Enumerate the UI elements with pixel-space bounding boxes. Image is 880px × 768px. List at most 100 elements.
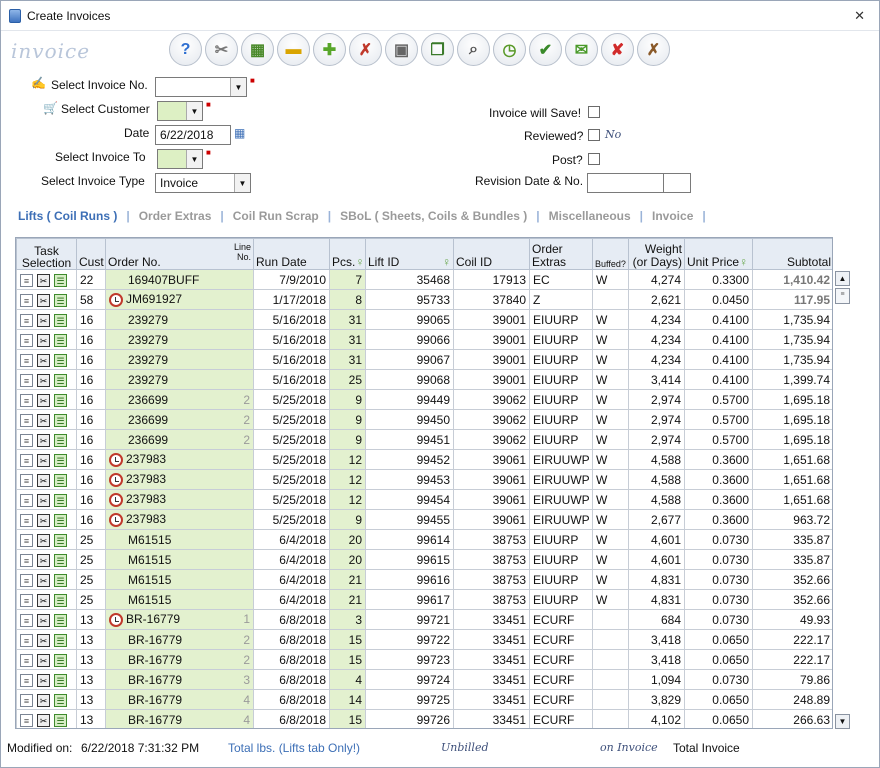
clock-button[interactable]: ◷	[493, 33, 526, 66]
cut-icon[interactable]: ✂	[37, 273, 50, 287]
document-icon[interactable]: ≡	[20, 513, 33, 527]
document-icon[interactable]: ≡	[20, 313, 33, 327]
document-icon[interactable]: ≡	[20, 693, 33, 707]
preview-button[interactable]: ⌕	[457, 33, 490, 66]
invoice-type-combo[interactable]: Invoice ▼	[155, 173, 251, 193]
cancel-button[interactable]: ✗	[637, 33, 670, 66]
select-invoice-combo[interactable]: ▼	[155, 77, 247, 97]
document-icon[interactable]: ≡	[20, 273, 33, 287]
col-price-header[interactable]: Unit Price♀	[684, 238, 753, 270]
cut-icon[interactable]: ✂	[37, 393, 50, 407]
table-row[interactable]: ≡ ✂ ☰ 25 M61515 6/4/2018 20 99615 38753 EIUURP W 4,…	[16, 549, 832, 570]
add-button[interactable]: ✚	[313, 33, 346, 66]
tab-5[interactable]: Invoice	[647, 209, 698, 223]
table-row[interactable]: ≡ ✂ ☰ 16 237983 5/25/2018 9 99455 39061 EIRUUWP W 2…	[16, 509, 832, 530]
delete-button[interactable]: ✘	[601, 33, 634, 66]
save-button[interactable]: ▣	[385, 33, 418, 66]
table-row[interactable]: ≡ ✂ ☰ 16 236699 2 5/25/2018 9 99449 39062 EIUURP W 2…	[16, 389, 832, 410]
remove-filter-button[interactable]: ✗	[349, 33, 382, 66]
table-row[interactable]: ≡ ✂ ☰ 22 169407BUFF 7/9/2010 7 35468 17913 EC W 4,2…	[16, 269, 832, 290]
task-list-icon[interactable]: ☰	[54, 553, 67, 567]
table-row[interactable]: ≡ ✂ ☰ 16 239279 5/16/2018 25 99068 39001 EIUURP W 3…	[16, 369, 832, 390]
cut-icon[interactable]: ✂	[37, 613, 50, 627]
cut-icon[interactable]: ✂	[37, 453, 50, 467]
table-row[interactable]: ≡ ✂ ☰ 16 237983 5/25/2018 12 99454 39061 EIRUUWP W…	[16, 489, 832, 510]
document-icon[interactable]: ≡	[20, 493, 33, 507]
chevron-down-icon[interactable]: ▼	[186, 102, 202, 120]
table-row[interactable]: ≡ ✂ ☰ 25 M61515 6/4/2018 20 99614 38753 EIUURP W 4,…	[16, 529, 832, 550]
task-list-icon[interactable]: ☰	[54, 593, 67, 607]
task-list-icon[interactable]: ☰	[54, 673, 67, 687]
task-list-icon[interactable]: ☰	[54, 453, 67, 467]
col-weight-header[interactable]: Weight (or Days)	[628, 238, 685, 270]
col-buffed-header[interactable]: Buffed?	[592, 238, 629, 270]
document-icon[interactable]: ≡	[20, 613, 33, 627]
revision-number-field[interactable]	[663, 173, 691, 193]
revision-date-field[interactable]	[587, 173, 665, 193]
table-row[interactable]: ≡ ✂ ☰ 58 JM691927 1/17/2018 8 95733 37840 Z 2,621 0…	[16, 289, 832, 310]
document-icon[interactable]: ≡	[20, 353, 33, 367]
document-icon[interactable]: ≡	[20, 573, 33, 587]
cut-icon[interactable]: ✂	[37, 353, 50, 367]
task-list-icon[interactable]: ☰	[54, 493, 67, 507]
document-icon[interactable]: ≡	[20, 473, 33, 487]
chevron-down-icon[interactable]: ▼	[186, 150, 202, 168]
approve-button[interactable]: ✔	[529, 33, 562, 66]
task-list-icon[interactable]: ☰	[54, 613, 67, 627]
table-row[interactable]: ≡ ✂ ☰ 16 239279 5/16/2018 31 99065 39001 EIUURP W 4…	[16, 309, 832, 330]
table-row[interactable]: ≡ ✂ ☰ 16 237983 5/25/2018 12 99453 39061 EIRUUWP W…	[16, 469, 832, 490]
email-button[interactable]: ✉	[565, 33, 598, 66]
task-list-icon[interactable]: ☰	[54, 513, 67, 527]
col-subtotal-header[interactable]: Subtotal	[752, 238, 832, 270]
document-icon[interactable]: ≡	[20, 653, 33, 667]
scroll-thumb[interactable]: ≡	[835, 288, 850, 304]
tab-3[interactable]: SBoL ( Sheets, Coils & Bundles )	[335, 209, 532, 223]
task-list-icon[interactable]: ☰	[54, 533, 67, 547]
table-row[interactable]: ≡ ✂ ☰ 16 236699 2 5/25/2018 9 99451 39062 EIUURP W 2…	[16, 429, 832, 450]
task-list-icon[interactable]: ☰	[54, 653, 67, 667]
document-icon[interactable]: ≡	[20, 453, 33, 467]
document-icon[interactable]: ≡	[20, 333, 33, 347]
calendar-icon[interactable]: ▦	[234, 126, 245, 140]
document-icon[interactable]: ≡	[20, 373, 33, 387]
tab-4[interactable]: Miscellaneous	[544, 209, 636, 223]
copy-button[interactable]: ❐	[421, 33, 454, 66]
cut-icon[interactable]: ✂	[37, 373, 50, 387]
cut-icon[interactable]: ✂	[37, 673, 50, 687]
task-list-icon[interactable]: ☰	[54, 353, 67, 367]
col-extras-header[interactable]: Order Extras	[529, 238, 593, 270]
col-pcs-header[interactable]: Pcs.♀	[329, 238, 366, 270]
grid-button[interactable]: ▦	[241, 33, 274, 66]
task-list-icon[interactable]: ☰	[54, 333, 67, 347]
col-lift-header[interactable]: Lift ID ♀	[365, 238, 454, 270]
task-list-icon[interactable]: ☰	[54, 433, 67, 447]
post-checkbox[interactable]	[588, 153, 600, 165]
document-icon[interactable]: ≡	[20, 553, 33, 567]
task-list-icon[interactable]: ☰	[54, 293, 67, 307]
tab-1[interactable]: Order Extras	[134, 209, 217, 223]
table-row[interactable]: ≡ ✂ ☰ 16 237983 5/25/2018 12 99452 39061 EIRUUWP W…	[16, 449, 832, 470]
cut-icon[interactable]: ✂	[37, 633, 50, 647]
col-cust-header[interactable]: Cust	[76, 238, 106, 270]
table-row[interactable]: ≡ ✂ ☰ 13 BR-16779 3 6/8/2018 4 99724 33451 ECURF 1,…	[16, 669, 832, 690]
cut-icon[interactable]: ✂	[37, 433, 50, 447]
cut-icon[interactable]: ✂	[37, 513, 50, 527]
col-coil-header[interactable]: Coil ID	[453, 238, 530, 270]
document-icon[interactable]: ≡	[20, 713, 33, 727]
task-list-icon[interactable]: ☰	[54, 393, 67, 407]
cut-icon[interactable]: ✂	[37, 293, 50, 307]
cut-icon[interactable]: ✂	[37, 713, 50, 727]
document-icon[interactable]: ≡	[20, 593, 33, 607]
tools-button[interactable]: ✂	[205, 33, 238, 66]
document-icon[interactable]: ≡	[20, 293, 33, 307]
cut-icon[interactable]: ✂	[37, 553, 50, 567]
chevron-down-icon[interactable]: ▼	[230, 78, 246, 96]
table-row[interactable]: ≡ ✂ ☰ 16 239279 5/16/2018 31 99067 39001 EIUURP W 4…	[16, 349, 832, 370]
help-button[interactable]: ?	[169, 33, 202, 66]
grid-vertical-scrollbar[interactable]: ▲ ≡ ▼	[835, 271, 851, 729]
table-row[interactable]: ≡ ✂ ☰ 25 M61515 6/4/2018 21 99617 38753 EIUURP W 4,…	[16, 589, 832, 610]
task-list-icon[interactable]: ☰	[54, 373, 67, 387]
scroll-up-icon[interactable]: ▲	[835, 271, 850, 286]
cut-icon[interactable]: ✂	[37, 693, 50, 707]
task-list-icon[interactable]: ☰	[54, 313, 67, 327]
